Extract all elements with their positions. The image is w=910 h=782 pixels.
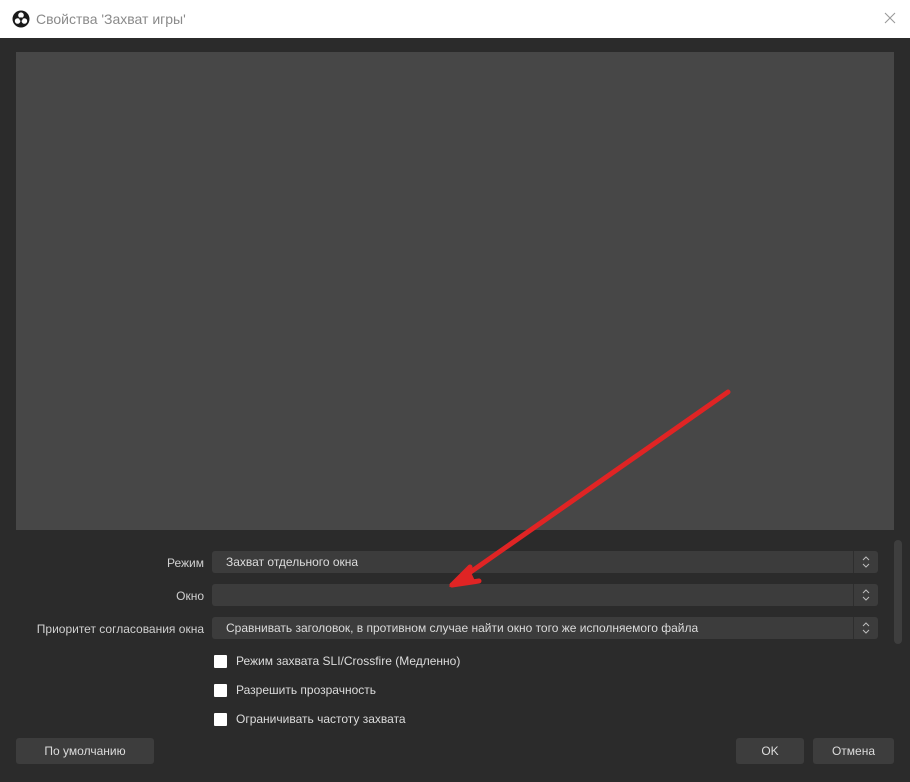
properties-scrollbar[interactable] (894, 540, 902, 644)
checkbox-box[interactable] (214, 683, 227, 697)
window-title: Свойства 'Захват игры' (36, 11, 186, 27)
up-down-chevron-icon[interactable] (853, 551, 878, 573)
mode-value: Захват отдельного окна (226, 555, 359, 569)
close-button[interactable] (878, 6, 902, 30)
mode-select[interactable]: Захват отдельного окна (212, 551, 878, 573)
checkbox-label: Ограничивать частоту захвата (236, 712, 406, 726)
checkbox-label: Режим захвата SLI/Crossfire (Медленно) (236, 654, 461, 668)
checkbox-sli-crossfire[interactable]: Режим захвата SLI/Crossfire (Медленно) (214, 652, 460, 670)
priority-select[interactable]: Сравнивать заголовок, в противном случае… (212, 617, 878, 639)
close-icon (884, 12, 896, 24)
priority-value: Сравнивать заголовок, в противном случае… (226, 621, 699, 635)
mode-label: Режим (167, 556, 204, 570)
obs-logo-icon (12, 10, 30, 28)
capture-preview (16, 52, 894, 530)
properties-dialog: Свойства 'Захват игры' Режим Захват отде… (0, 0, 910, 782)
checkbox-transparency[interactable]: Разрешить прозрачность (214, 681, 376, 699)
window-label: Окно (176, 589, 204, 603)
cancel-button[interactable]: Отмена (813, 738, 894, 764)
checkbox-label: Разрешить прозрачность (236, 683, 377, 697)
up-down-chevron-icon[interactable] (853, 617, 878, 639)
priority-label: Приоритет согласования окна (36, 622, 204, 636)
checkbox-limit-capture-rate[interactable]: Ограничивать частоту захвата (214, 710, 406, 728)
ok-button[interactable]: OK (736, 738, 804, 764)
checkbox-box[interactable] (214, 654, 227, 668)
title-bar: Свойства 'Захват игры' (0, 0, 910, 38)
up-down-chevron-icon[interactable] (853, 584, 878, 606)
window-select[interactable] (212, 584, 878, 606)
defaults-button[interactable]: По умолчанию (16, 738, 154, 764)
checkbox-box[interactable] (214, 712, 227, 726)
